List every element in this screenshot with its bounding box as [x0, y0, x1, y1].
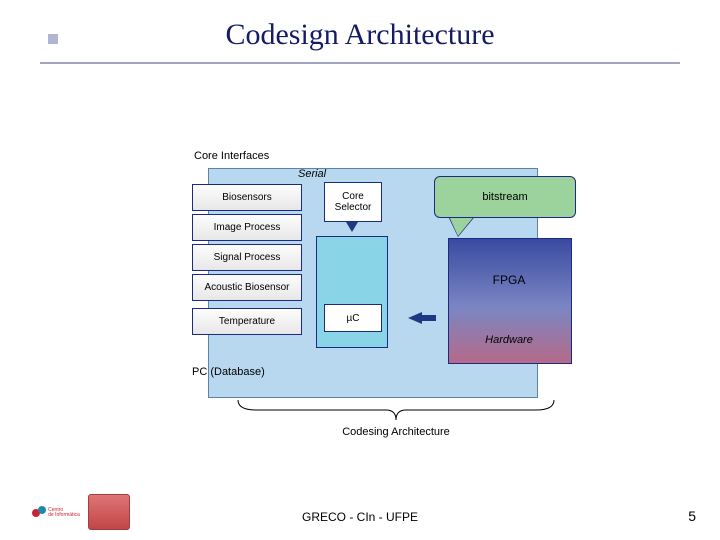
brace-caption: Codesing Architecture — [236, 426, 556, 438]
uc-label: µC — [347, 313, 360, 324]
core-interfaces-label: Core Interfaces — [194, 150, 269, 162]
acoustic-biosensor-label: Acoustic Biosensor — [204, 282, 289, 293]
signal-process-button: Signal Process — [192, 244, 302, 271]
bitstream-label: bitstream — [482, 191, 527, 203]
biosensors-button: Biosensors — [192, 184, 302, 211]
signal-process-label: Signal Process — [214, 252, 281, 263]
temperature-label: Temperature — [219, 316, 275, 327]
arrow-left-icon — [408, 312, 422, 324]
page-title: Codesign Architecture — [0, 18, 720, 52]
footer-text: GRECO - CIn - UFPE — [0, 510, 720, 524]
bitstream-bubble: bitstream — [434, 176, 576, 218]
uc-box: µC — [324, 304, 382, 332]
title-underline — [40, 62, 680, 64]
acoustic-biosensor-button: Acoustic Biosensor — [192, 274, 302, 301]
biosensors-label: Biosensors — [222, 192, 271, 203]
core-selector-label: Core Selector — [335, 191, 372, 213]
core-selector-box: Core Selector — [324, 182, 382, 222]
pc-database-label: PC (Database) — [192, 366, 265, 378]
image-process-label: Image Process — [214, 222, 281, 233]
image-process-button: Image Process — [192, 214, 302, 241]
serial-label: Serial — [298, 168, 326, 180]
fpga-label: FPGA — [448, 273, 570, 287]
brace-icon — [236, 398, 556, 424]
page-number: 5 — [688, 508, 696, 524]
temperature-button: Temperature — [192, 308, 302, 335]
hardware-label: Hardware — [448, 334, 570, 346]
arrow-down-icon — [346, 222, 358, 232]
